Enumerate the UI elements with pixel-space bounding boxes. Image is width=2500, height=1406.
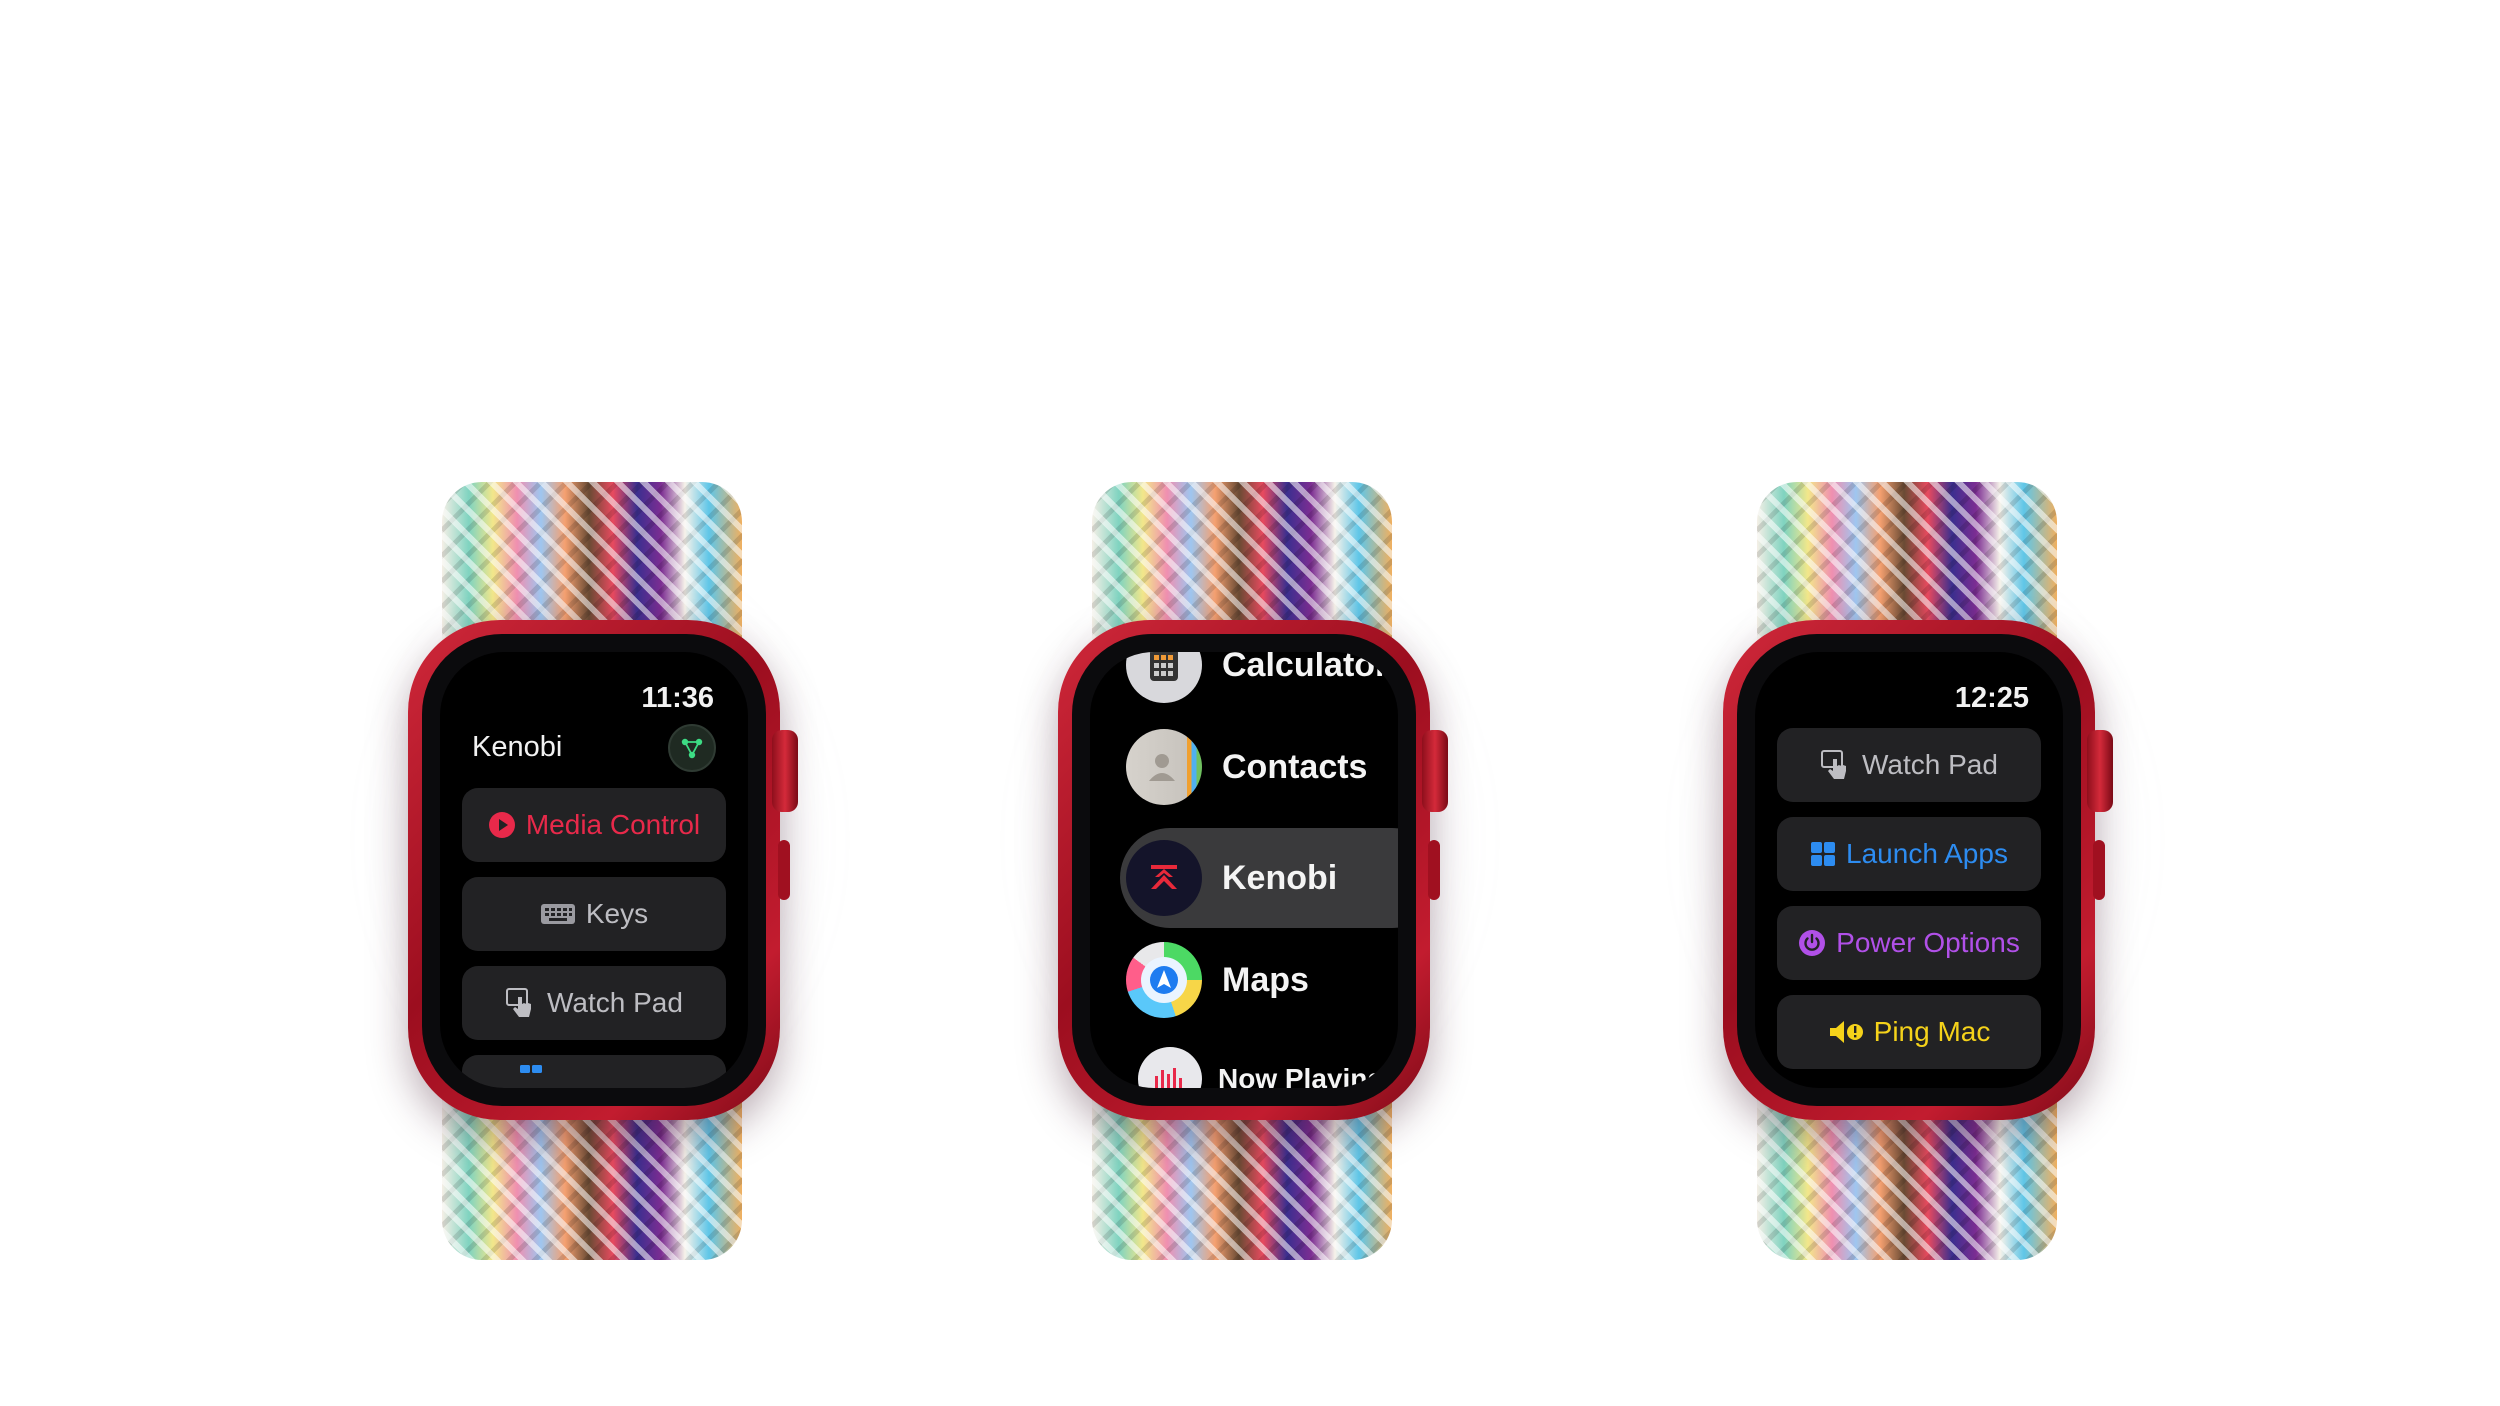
watch-pad-button[interactable]: Watch Pad <box>1777 728 2041 802</box>
watch-pad-label: Watch Pad <box>547 987 683 1018</box>
clock-time: 12:25 <box>1954 682 2029 714</box>
side-button[interactable] <box>2093 840 2105 900</box>
ping-mac-button[interactable]: Ping Mac <box>1777 995 2041 1069</box>
watch-1: 11:36 Kenobi Media Control Keys Watch Pa… <box>350 0 850 1406</box>
hand-pointer-icon <box>1820 749 1852 781</box>
app-row-calculator[interactable]: Calculator <box>1126 652 1398 710</box>
side-button[interactable] <box>1428 840 1440 900</box>
power-icon <box>1798 929 1826 957</box>
grid-icon <box>1810 841 1836 867</box>
connection-icon[interactable] <box>668 724 716 772</box>
kenobi-icon <box>1126 840 1202 916</box>
contacts-icon <box>1126 729 1202 805</box>
speaker-icon <box>1828 1019 1864 1045</box>
launch-apps-label: Launch Apps <box>1846 838 2008 869</box>
media-control-label: Media Control <box>525 809 701 840</box>
watch-screen: 12:25 Watch Pad Launch Apps Power Option… <box>1755 652 2063 1088</box>
side-button[interactable] <box>778 840 790 900</box>
keys-label: Keys <box>585 898 649 929</box>
digital-crown[interactable] <box>772 730 798 812</box>
calculator-icon <box>1126 652 1202 703</box>
media-control-button[interactable]: Media Control <box>462 788 726 862</box>
app-title: Kenobi <box>472 731 563 763</box>
power-options-button[interactable]: Power Options <box>1777 906 2041 980</box>
watch-pad-label: Watch Pad <box>1862 749 1998 780</box>
app-row-kenobi[interactable]: Kenobi <box>1126 833 1398 923</box>
app-label: Kenobi <box>1222 858 1338 897</box>
keys-button[interactable]: Keys <box>462 877 726 951</box>
play-circle-icon <box>488 811 516 839</box>
launch-apps-button[interactable]: Launch Apps <box>1777 817 2041 891</box>
app-label: Now Playing <box>1218 1063 1385 1088</box>
keyboard-icon <box>540 903 576 925</box>
watch-screen: Calculator Contacts Kenobi Maps Now Play… <box>1090 652 1398 1088</box>
app-label: Contacts <box>1222 747 1368 786</box>
grid-icon <box>520 1065 544 1073</box>
digital-crown[interactable] <box>2087 730 2113 812</box>
clock-time: 11:36 <box>641 682 714 714</box>
ping-mac-label: Ping Mac <box>1873 1016 1991 1047</box>
app-label: Maps <box>1222 960 1309 999</box>
app-row-maps[interactable]: Maps <box>1126 935 1398 1025</box>
next-button-partial[interactable] <box>462 1055 726 1088</box>
watch-3: 12:25 Watch Pad Launch Apps Power Option… <box>1665 0 2165 1406</box>
maps-icon <box>1126 942 1202 1018</box>
app-row-now-playing[interactable]: Now Playing <box>1138 1034 1398 1088</box>
power-options-label: Power Options <box>1836 927 2020 958</box>
watch-pad-button[interactable]: Watch Pad <box>462 966 726 1040</box>
app-label: Calculator <box>1222 652 1389 684</box>
app-row-contacts[interactable]: Contacts <box>1126 722 1398 812</box>
watch-screen: 11:36 Kenobi Media Control Keys Watch Pa… <box>440 652 748 1088</box>
digital-crown[interactable] <box>1422 730 1448 812</box>
watch-2: Calculator Contacts Kenobi Maps Now Play… <box>1000 0 1500 1406</box>
now-playing-icon <box>1138 1047 1202 1088</box>
hand-pointer-icon <box>505 987 537 1019</box>
